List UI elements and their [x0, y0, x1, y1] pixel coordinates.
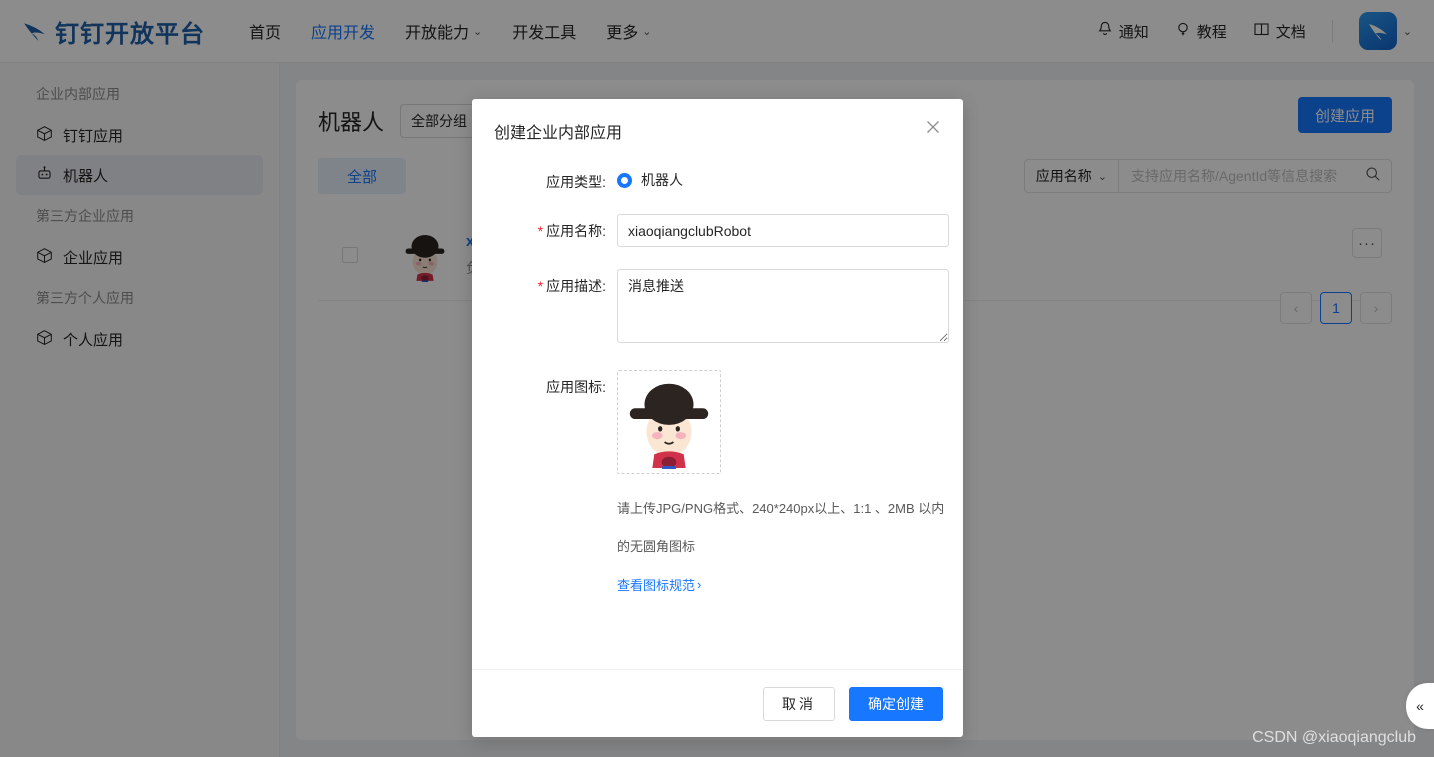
close-icon[interactable]: [923, 117, 945, 139]
field-app-type: 应用类型: 机器人: [494, 165, 941, 192]
app-name-input[interactable]: [617, 214, 949, 247]
field-app-name: * 应用名称:: [494, 214, 949, 247]
watermark: CSDN @xiaoqiangclub: [1252, 729, 1416, 746]
dialog-footer: 取消 确定创建: [472, 669, 963, 737]
chevron-right-icon: ›: [697, 577, 702, 593]
chevron-double-left-icon: «: [1416, 698, 1424, 714]
app-description-textarea[interactable]: [617, 269, 949, 343]
field-control: 机器人: [606, 165, 941, 192]
app-icon-hint: 请上传JPG/PNG格式、240*240px以上、1:1 、2MB 以内的无圆角…: [617, 501, 945, 554]
cancel-label: 取消: [782, 695, 816, 712]
confirm-label: 确定创建: [868, 695, 924, 712]
dialog-title: 创建企业内部应用: [494, 125, 623, 142]
radio-robot[interactable]: [617, 172, 632, 188]
field-label-text: 应用描述:: [546, 278, 606, 294]
dialog-header: 创建企业内部应用: [472, 99, 963, 147]
field-label-text: 应用名称:: [546, 223, 606, 239]
create-internal-app-dialog: 创建企业内部应用 应用类型: 机器人 * 应用名称: xiaoqiangclub…: [472, 99, 963, 737]
app-icon-upload-box[interactable]: [617, 370, 721, 474]
field-control: [606, 269, 949, 348]
confirm-create-button[interactable]: 确定创建: [849, 686, 943, 721]
field-app-icon: 应用图标: 请上传JPG/PNG格式、240*240px以上、1:1 、2MB …: [494, 370, 944, 595]
dialog-body: 应用类型: 机器人 *应用名称: *应用描述:: [472, 147, 963, 669]
cancel-button[interactable]: 取消: [763, 686, 835, 721]
field-control: [606, 214, 949, 247]
field-label-text: 应用图标:: [546, 379, 606, 395]
field-label-text: 应用类型:: [546, 174, 606, 190]
field-label: 应用图标:: [494, 370, 606, 595]
radio-group-app-type[interactable]: 机器人: [617, 165, 941, 190]
robot-character-avatar-icon: [620, 371, 718, 474]
field-app-description: * 应用描述:: [494, 269, 949, 348]
icon-spec-link[interactable]: 查看图标规范 ›: [617, 575, 701, 594]
field-control: 请上传JPG/PNG格式、240*240px以上、1:1 、2MB 以内的无圆角…: [606, 370, 951, 595]
field-label: * 应用描述:: [494, 269, 606, 348]
field-label: 应用类型:: [494, 165, 606, 192]
field-label: * 应用名称:: [494, 214, 606, 247]
radio-robot-label: 机器人: [641, 172, 683, 188]
required-asterisk: *: [537, 223, 544, 239]
icon-spec-link-label: 查看图标规范: [617, 578, 696, 594]
required-asterisk: *: [537, 278, 544, 294]
